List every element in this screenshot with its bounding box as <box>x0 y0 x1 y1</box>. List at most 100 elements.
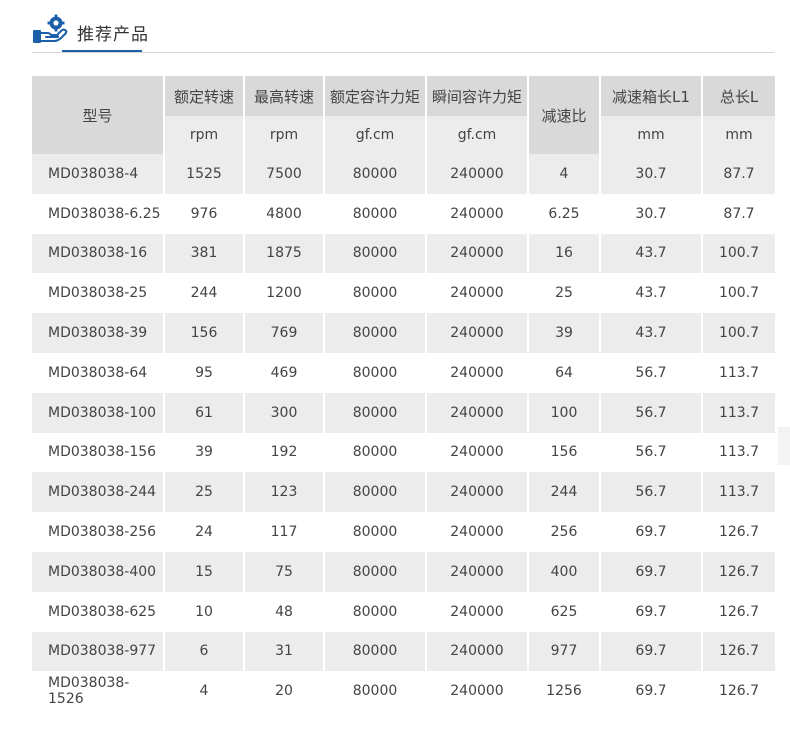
section-header: 推荐产品 <box>0 0 790 54</box>
cell-gearbox-length: 69.7 <box>600 671 703 712</box>
cell-model: MD038038-256 <box>32 512 165 552</box>
table-row: MD038038-4 1525 7500 80000 240000 4 30.7 87.7 <box>32 154 777 194</box>
cell-gearbox-length: 30.7 <box>600 154 703 194</box>
cell-rated-speed: 10 <box>164 591 245 632</box>
cell-total-length: 113.7 <box>702 392 777 433</box>
cell-max-speed: 769 <box>244 313 325 353</box>
cell-rated-torque: 80000 <box>324 631 427 672</box>
header-divider <box>32 52 774 53</box>
cell-total-length: 100.7 <box>702 313 777 353</box>
cell-gearbox-length: 69.7 <box>600 591 703 632</box>
cell-max-speed: 123 <box>244 472 325 513</box>
cell-rated-torque: 80000 <box>324 233 427 274</box>
section-title: 推荐产品 <box>77 25 149 45</box>
cell-gearbox-length: 69.7 <box>600 631 703 672</box>
cell-gearbox-length: 56.7 <box>600 392 703 433</box>
cell-ratio: 64 <box>528 352 601 393</box>
cell-gearbox-length: 43.7 <box>600 233 703 274</box>
cell-rated-speed: 976 <box>164 193 245 234</box>
cell-model: MD038038-16 <box>32 233 165 274</box>
cell-total-length: 126.7 <box>702 591 777 632</box>
table-row: MD038038-16 381 1875 80000 240000 16 43.7 100.7 <box>32 233 777 274</box>
cell-rated-torque: 80000 <box>324 313 427 353</box>
table-body: MD038038-4 1525 7500 80000 240000 4 30.7 87.7 MD… <box>32 154 777 712</box>
table-row: MD038038-25 244 1200 80000 240000 25 43.7 100.7 <box>32 273 777 314</box>
cell-model: MD038038-244 <box>32 472 165 513</box>
cell-instant-torque: 240000 <box>426 432 529 473</box>
unit-max-speed: rpm <box>244 116 325 154</box>
cell-ratio: 6.25 <box>528 193 601 234</box>
cell-max-speed: 1200 <box>244 273 325 314</box>
cell-model: MD038038-977 <box>32 631 165 672</box>
cell-instant-torque: 240000 <box>426 392 529 433</box>
column-header-gearbox-length: 减速箱长L1 <box>600 76 703 116</box>
unit-rated-speed: rpm <box>164 116 245 154</box>
table-row: MD038038-1526 4 20 80000 240000 1256 69.7 126.7 <box>32 671 777 712</box>
cell-max-speed: 7500 <box>244 154 325 194</box>
cell-model: MD038038-64 <box>32 352 165 393</box>
cell-ratio: 39 <box>528 313 601 353</box>
cell-gearbox-length: 69.7 <box>600 551 703 592</box>
cell-max-speed: 75 <box>244 551 325 592</box>
unit-gearbox-length: mm <box>600 116 703 154</box>
cell-total-length: 87.7 <box>702 154 777 194</box>
cell-instant-torque: 240000 <box>426 591 529 632</box>
cell-ratio: 625 <box>528 591 601 632</box>
cell-gearbox-length: 56.7 <box>600 432 703 473</box>
column-header-model: 型号 <box>32 76 165 154</box>
cell-total-length: 113.7 <box>702 432 777 473</box>
cell-gearbox-length: 43.7 <box>600 273 703 314</box>
cell-max-speed: 117 <box>244 512 325 552</box>
cell-rated-speed: 39 <box>164 432 245 473</box>
table-row: MD038038-256 24 117 80000 240000 256 69.7 126.7 <box>32 512 777 552</box>
cell-max-speed: 469 <box>244 352 325 393</box>
cell-instant-torque: 240000 <box>426 193 529 234</box>
cell-gearbox-length: 56.7 <box>600 352 703 393</box>
cell-rated-torque: 80000 <box>324 432 427 473</box>
cell-ratio: 25 <box>528 273 601 314</box>
cell-rated-speed: 156 <box>164 313 245 353</box>
cell-ratio: 244 <box>528 472 601 513</box>
cell-max-speed: 31 <box>244 631 325 672</box>
edge-fragment <box>778 427 790 465</box>
cell-rated-speed: 6 <box>164 631 245 672</box>
cell-rated-speed: 25 <box>164 472 245 513</box>
table-row: MD038038-6.25 976 4800 80000 240000 6.25 30.7 8… <box>32 193 777 234</box>
cell-model: MD038038-100 <box>32 392 165 433</box>
cell-gearbox-length: 43.7 <box>600 313 703 353</box>
cell-instant-torque: 240000 <box>426 472 529 513</box>
table-row: MD038038-64 95 469 80000 240000 64 56.7 113.7 <box>32 352 777 393</box>
cell-rated-torque: 80000 <box>324 154 427 194</box>
cell-ratio: 977 <box>528 631 601 672</box>
product-spec-table: 型号 额定转速 最高转速 额定容许力矩 瞬间容许力矩 减速比 减速箱长L1 总长… <box>32 76 777 712</box>
column-header-rated-speed: 额定转速 <box>164 76 245 116</box>
cell-ratio: 1256 <box>528 671 601 712</box>
cell-model: MD038038-4 <box>32 154 165 194</box>
cell-max-speed: 4800 <box>244 193 325 234</box>
cell-total-length: 113.7 <box>702 472 777 513</box>
unit-rated-torque: gf.cm <box>324 116 427 154</box>
cell-gearbox-length: 69.7 <box>600 512 703 552</box>
cell-ratio: 256 <box>528 512 601 552</box>
cell-rated-torque: 80000 <box>324 671 427 712</box>
cell-rated-torque: 80000 <box>324 352 427 393</box>
cell-rated-torque: 80000 <box>324 273 427 314</box>
table-row: MD038038-156 39 192 80000 240000 156 56.7 113.7 <box>32 432 777 473</box>
cell-max-speed: 20 <box>244 671 325 712</box>
table-row: MD038038-39 156 769 80000 240000 39 43.7 100.7 <box>32 313 777 353</box>
unit-instant-torque: gf.cm <box>426 116 529 154</box>
cell-model: MD038038-39 <box>32 313 165 353</box>
cell-rated-torque: 80000 <box>324 591 427 632</box>
cell-instant-torque: 240000 <box>426 631 529 672</box>
cell-total-length: 100.7 <box>702 233 777 274</box>
table-row: MD038038-400 15 75 80000 240000 400 69.7 126.7 <box>32 551 777 592</box>
cell-instant-torque: 240000 <box>426 313 529 353</box>
cell-model: MD038038-1526 <box>32 671 165 712</box>
cell-ratio: 156 <box>528 432 601 473</box>
cell-ratio: 400 <box>528 551 601 592</box>
cell-rated-speed: 244 <box>164 273 245 314</box>
cell-gearbox-length: 30.7 <box>600 193 703 234</box>
cell-model: MD038038-25 <box>32 273 165 314</box>
cell-rated-torque: 80000 <box>324 193 427 234</box>
cell-rated-torque: 80000 <box>324 512 427 552</box>
